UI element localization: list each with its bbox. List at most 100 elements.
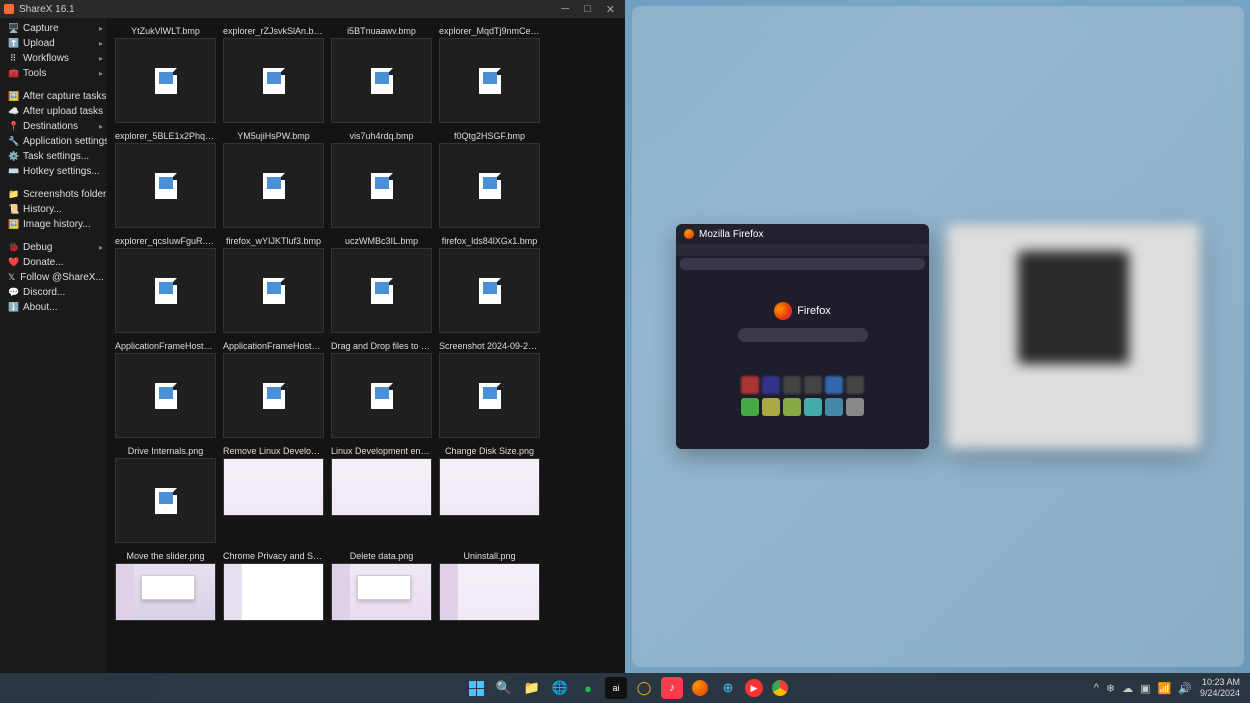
close-button[interactable]: ✕ xyxy=(606,3,615,16)
tray-volume-icon[interactable]: 🔊 xyxy=(1178,682,1192,695)
thumb-item[interactable]: Delete data.png xyxy=(331,549,432,621)
screenshot-preview xyxy=(223,563,324,621)
bmp-file-icon xyxy=(479,383,501,409)
firefox-icon xyxy=(684,229,694,239)
info-icon: ℹ️ xyxy=(8,302,18,313)
thumb-item[interactable]: Uninstall.png xyxy=(439,549,540,621)
thumb-item[interactable]: explorer_5BLE1x2Phq.bmp xyxy=(115,129,216,228)
menu-app-settings[interactable]: 🔧Application settings... xyxy=(0,134,107,149)
bug-icon: 🐞 xyxy=(8,242,18,253)
screenshot-preview xyxy=(439,563,540,621)
edge-icon[interactable]: 🌐 xyxy=(549,677,571,699)
thumb-item[interactable]: Screenshot 2024-09-21 12... xyxy=(439,339,540,438)
thumb-item[interactable]: vis7uh4rdq.bmp xyxy=(331,129,432,228)
workflows-icon: ⠿ xyxy=(8,53,18,64)
thumbnail-grid: YtZukVlWLT.bmp explorer_rZJsvkSlAn.bmp i… xyxy=(107,18,625,673)
tray-chevron-icon[interactable]: ^ xyxy=(1094,682,1099,694)
maximize-button[interactable]: □ xyxy=(584,3,591,16)
app-icon[interactable]: ▶ xyxy=(745,679,763,697)
chevron-right-icon: ▸ xyxy=(99,39,103,48)
menu-after-upload[interactable]: ☁️After upload tasks▸ xyxy=(0,104,107,119)
thumb-item[interactable]: YM5ujiHsPW.bmp xyxy=(223,129,324,228)
snap-window-firefox[interactable]: Mozilla Firefox Firefox xyxy=(676,224,929,449)
image-history-icon: 🖼️ xyxy=(8,219,18,230)
thumb-item[interactable]: YtZukVlWLT.bmp xyxy=(115,24,216,123)
menu-about[interactable]: ℹ️About... xyxy=(0,300,107,315)
thumb-item[interactable]: explorer_qcsIuwFguR.bmp xyxy=(115,234,216,333)
history-icon: 📜 xyxy=(8,204,18,215)
chevron-right-icon: ▸ xyxy=(99,243,103,252)
tray-settings-icon[interactable]: ❄ xyxy=(1106,682,1115,695)
bmp-file-icon xyxy=(263,383,285,409)
app-icon[interactable]: ai xyxy=(605,677,627,699)
thumb-item[interactable]: Change Disk Size.png xyxy=(439,444,540,543)
thumb-item[interactable]: Remove Linux Developme... xyxy=(223,444,324,543)
thumb-item[interactable]: Linux Development enviro... xyxy=(331,444,432,543)
bmp-file-icon xyxy=(371,173,393,199)
titlebar[interactable]: ShareX 16.1 ─ □ ✕ xyxy=(0,0,625,18)
thumb-item[interactable]: f0Qtg2HSGF.bmp xyxy=(439,129,540,228)
screenshot-preview xyxy=(331,563,432,621)
chrome-icon[interactable] xyxy=(769,677,791,699)
thumb-item[interactable]: Drag and Drop files to Goo... xyxy=(331,339,432,438)
menu-destinations[interactable]: 📍Destinations▸ xyxy=(0,119,107,134)
tray-wifi-icon[interactable]: 📶 xyxy=(1158,682,1172,695)
menu-follow[interactable]: 𝕏Follow @ShareX... xyxy=(0,270,107,285)
thumb-item[interactable]: Chrome Privacy and Securi... xyxy=(223,549,324,621)
explorer-icon[interactable]: 📁 xyxy=(521,677,543,699)
menu-tools[interactable]: 🧰Tools▸ xyxy=(0,66,107,81)
app-icon[interactable]: ◯ xyxy=(633,677,655,699)
capture-icon: 🖥️ xyxy=(8,23,18,34)
menu-upload[interactable]: ⬆️Upload▸ xyxy=(0,36,107,51)
tray-app-icon[interactable]: ▣ xyxy=(1140,682,1150,695)
tray-onedrive-icon[interactable]: ☁ xyxy=(1122,682,1133,695)
sharex-logo-icon xyxy=(4,4,14,14)
search-button[interactable]: 🔍 xyxy=(493,677,515,699)
upload-icon: ⬆️ xyxy=(8,38,18,49)
thumb-item[interactable]: firefox_lds84lXGx1.bmp xyxy=(439,234,540,333)
menu-donate[interactable]: ❤️Donate... xyxy=(0,255,107,270)
spotify-icon[interactable]: ● xyxy=(577,677,599,699)
clock[interactable]: 10:23 AM 9/24/2024 xyxy=(1200,677,1240,699)
thumb-item[interactable]: firefox_wYIJKTluf3.bmp xyxy=(223,234,324,333)
snap-assist-area: Mozilla Firefox Firefox xyxy=(632,6,1244,667)
start-button[interactable] xyxy=(465,677,487,699)
menu-capture[interactable]: 🖥️Capture▸ xyxy=(0,21,107,36)
thumb-item[interactable]: Move the slider.png xyxy=(115,549,216,621)
menu-task-settings[interactable]: ⚙️Task settings... xyxy=(0,149,107,164)
menu-hotkey-settings[interactable]: ⌨️Hotkey settings... xyxy=(0,164,107,179)
menu-screenshots-folder[interactable]: 📁Screenshots folder... xyxy=(0,187,107,202)
menu-image-history[interactable]: 🖼️Image history... xyxy=(0,217,107,232)
music-icon[interactable]: ♪ xyxy=(661,677,683,699)
menu-discord[interactable]: 💬Discord... xyxy=(0,285,107,300)
menu-workflows[interactable]: ⠿Workflows▸ xyxy=(0,51,107,66)
bmp-file-icon xyxy=(263,278,285,304)
menu-debug[interactable]: 🐞Debug▸ xyxy=(0,240,107,255)
thumb-item[interactable]: ApplicationFrameHost_Kd... xyxy=(223,339,324,438)
after-capture-icon: 🖼️ xyxy=(8,91,18,102)
thumb-item[interactable]: Drive Internals.png xyxy=(115,444,216,543)
menu-history[interactable]: 📜History... xyxy=(0,202,107,217)
thumb-item[interactable]: uczWMBc3IL.bmp xyxy=(331,234,432,333)
thumb-item[interactable]: explorer_rZJsvkSlAn.bmp xyxy=(223,24,324,123)
minimize-button[interactable]: ─ xyxy=(561,3,569,16)
thumb-item[interactable]: ApplicationFrameHost_Gc... xyxy=(115,339,216,438)
bmp-file-icon xyxy=(479,173,501,199)
thumb-item[interactable]: explorer_MqdTj9nmCe.bmp xyxy=(439,24,540,123)
firefox-task-icon[interactable] xyxy=(689,677,711,699)
taskbar: 🔍 📁 🌐 ● ai ◯ ♪ ⊕ ▶ ^ ❄ ☁ ▣ 📶 🔊 10:23 AM … xyxy=(0,673,1250,703)
app-icon[interactable]: ⊕ xyxy=(717,677,739,699)
keyboard-icon: ⌨️ xyxy=(8,166,18,177)
menu-after-capture[interactable]: 🖼️After capture tasks▸ xyxy=(0,89,107,104)
wrench-icon: 🔧 xyxy=(8,136,18,147)
chevron-right-icon: ▸ xyxy=(99,69,103,78)
chevron-right-icon: ▸ xyxy=(99,54,103,63)
chevron-right-icon: ▸ xyxy=(99,24,103,33)
snap-window-other[interactable] xyxy=(947,224,1200,449)
bmp-file-icon xyxy=(371,383,393,409)
thumb-item[interactable]: i5BTnuaawv.bmp xyxy=(331,24,432,123)
sidebar: 🖥️Capture▸ ⬆️Upload▸ ⠿Workflows▸ 🧰Tools▸… xyxy=(0,18,107,673)
after-upload-icon: ☁️ xyxy=(8,106,18,117)
destinations-icon: 📍 xyxy=(8,121,18,132)
system-tray: ^ ❄ ☁ ▣ 📶 🔊 10:23 AM 9/24/2024 xyxy=(1094,677,1250,699)
